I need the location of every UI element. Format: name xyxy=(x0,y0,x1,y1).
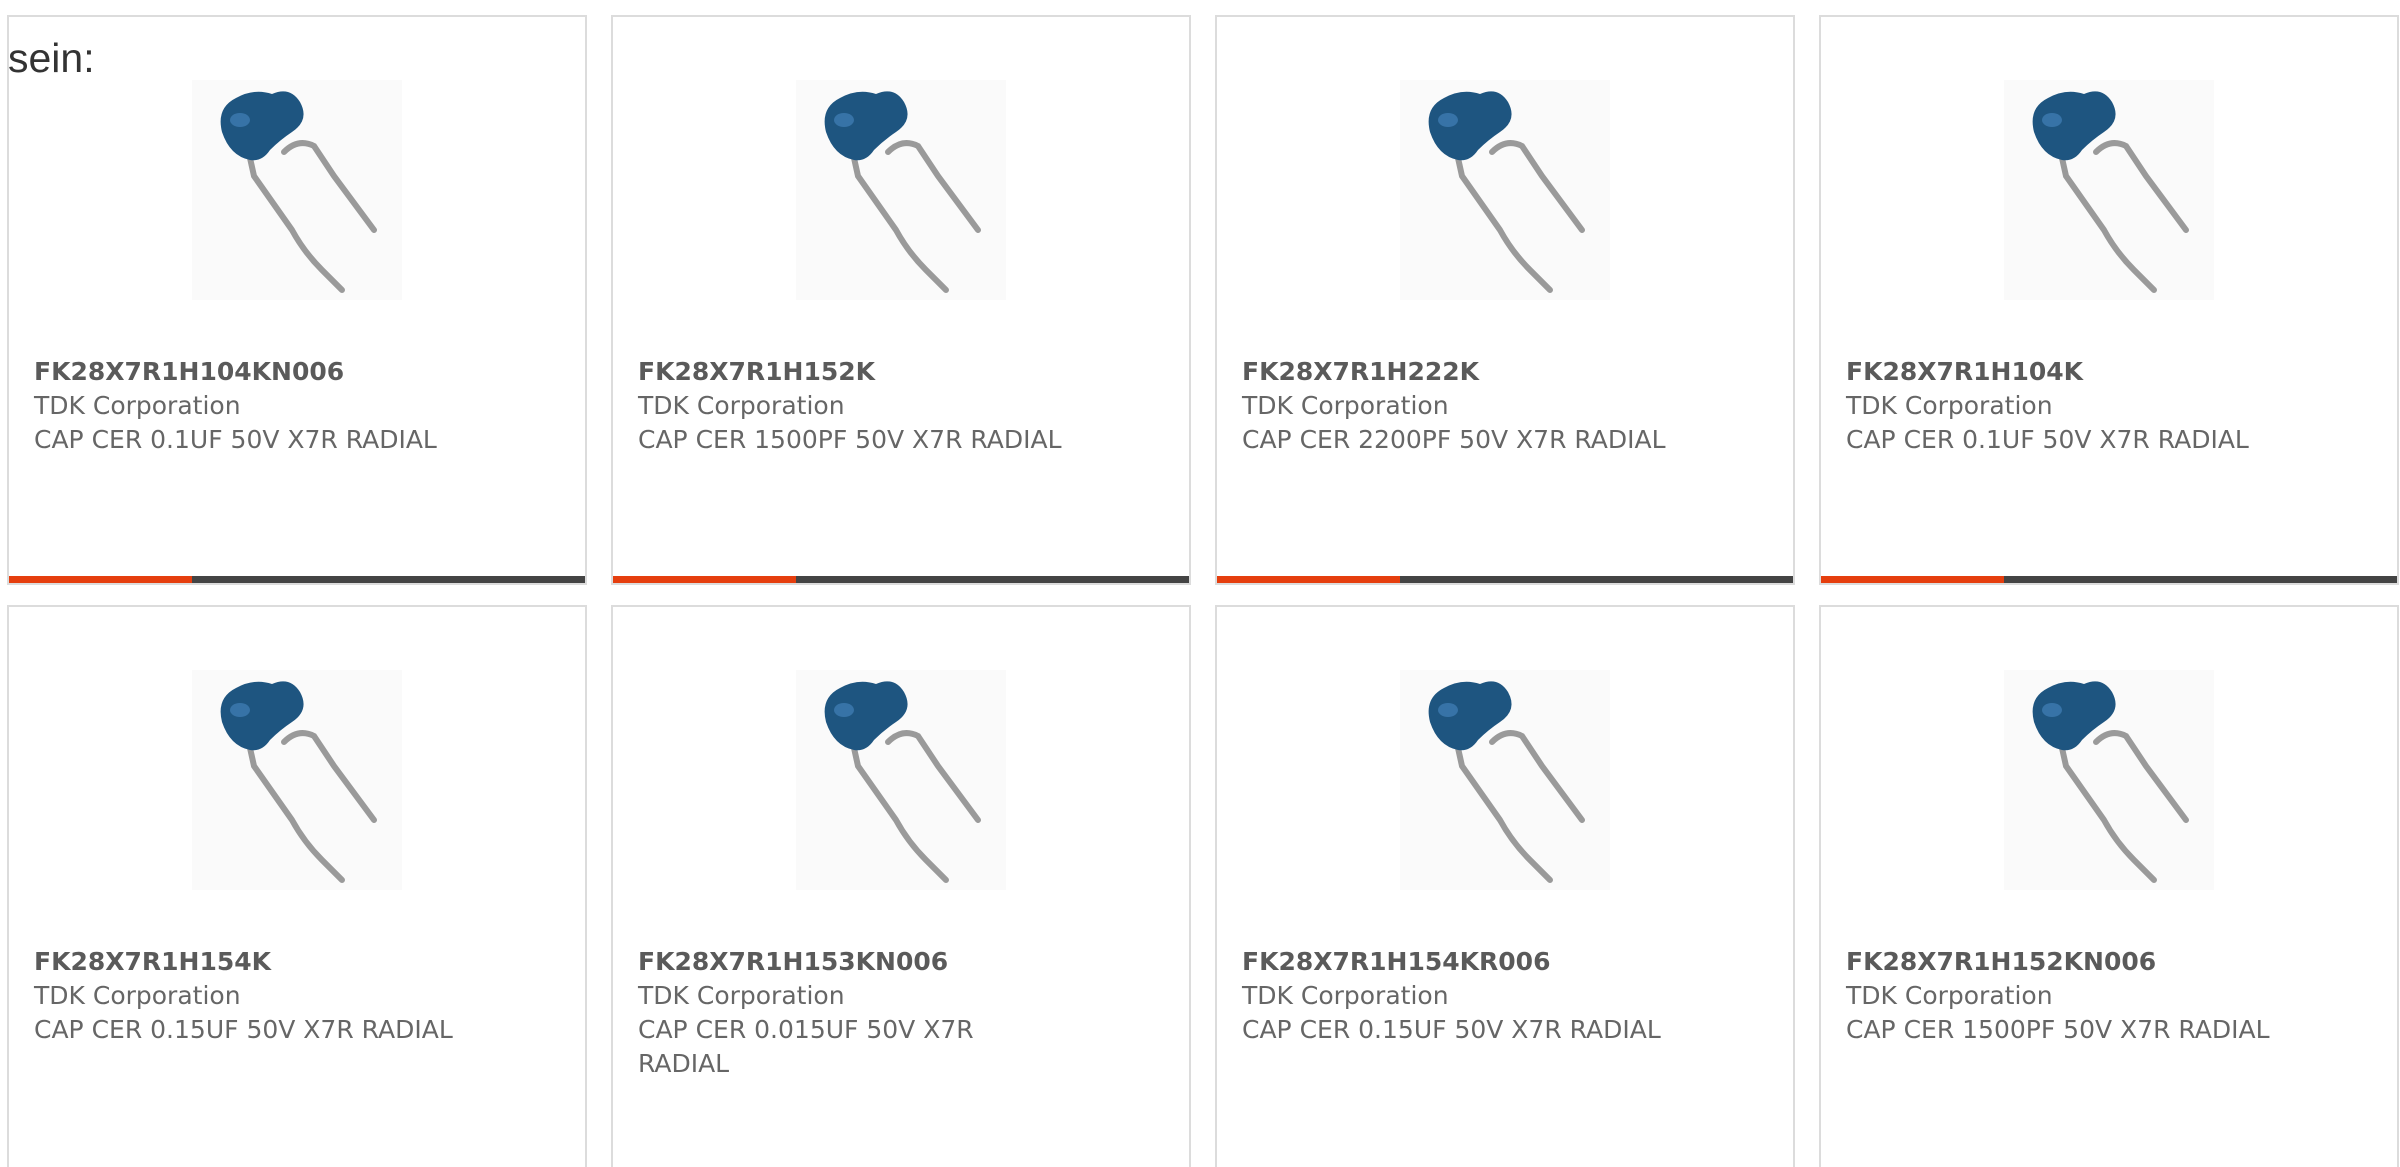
product-card[interactable]: FK28X7R1H154K TDK Corporation CAP CER 0.… xyxy=(7,605,587,1167)
part-number-link[interactable]: FK28X7R1H154K xyxy=(34,945,464,979)
card-bottom-bar xyxy=(613,576,1189,583)
manufacturer: TDK Corporation xyxy=(638,981,845,1010)
part-number-link[interactable]: FK28X7R1H104K xyxy=(1846,355,2276,389)
part-number-link[interactable]: FK28X7R1H152KN006 xyxy=(1846,945,2276,979)
product-description: CAP CER 1500PF 50V X7R RADIAL xyxy=(1846,1015,2270,1044)
manufacturer: TDK Corporation xyxy=(638,391,845,420)
product-card[interactable]: FK28X7R1H153KN006 TDK Corporation CAP CE… xyxy=(611,605,1191,1167)
card-bottom-bar xyxy=(1217,576,1793,583)
card-accent-bar xyxy=(613,576,796,583)
part-number-link[interactable]: FK28X7R1H153KN006 xyxy=(638,945,1068,979)
card-accent-bar xyxy=(9,576,192,583)
product-description: CAP CER 0.15UF 50V X7R RADIAL xyxy=(1242,1015,1661,1044)
part-number-link[interactable]: FK28X7R1H222K xyxy=(1242,355,1672,389)
manufacturer: TDK Corporation xyxy=(1242,391,1449,420)
manufacturer: TDK Corporation xyxy=(1846,391,2053,420)
product-info: FK28X7R1H104KN006 TDK Corporation CAP CE… xyxy=(34,355,464,457)
capacitor-image xyxy=(1400,80,1610,300)
manufacturer: TDK Corporation xyxy=(1242,981,1449,1010)
product-card[interactable]: FK28X7R1H152K TDK Corporation CAP CER 15… xyxy=(611,15,1191,585)
capacitor-image xyxy=(796,80,1006,300)
product-info: FK28X7R1H154KR006 TDK Corporation CAP CE… xyxy=(1242,945,1672,1047)
product-card[interactable]: FK28X7R1H152KN006 TDK Corporation CAP CE… xyxy=(1819,605,2399,1167)
capacitor-image xyxy=(2004,80,2214,300)
capacitor-image xyxy=(796,670,1006,890)
product-description: CAP CER 1500PF 50V X7R RADIAL xyxy=(638,425,1062,454)
manufacturer: TDK Corporation xyxy=(34,391,241,420)
product-description: CAP CER 0.15UF 50V X7R RADIAL xyxy=(34,1015,453,1044)
part-number-link[interactable]: FK28X7R1H104KN006 xyxy=(34,355,464,389)
product-info: FK28X7R1H104K TDK Corporation CAP CER 0.… xyxy=(1846,355,2276,457)
capacitor-image xyxy=(2004,670,2214,890)
product-description: CAP CER 0.1UF 50V X7R RADIAL xyxy=(1846,425,2249,454)
card-accent-bar xyxy=(1217,576,1400,583)
product-card[interactable]: FK28X7R1H154KR006 TDK Corporation CAP CE… xyxy=(1215,605,1795,1167)
product-description: CAP CER 0.015UF 50V X7R RADIAL xyxy=(638,1015,974,1078)
manufacturer: TDK Corporation xyxy=(34,981,241,1010)
manufacturer: TDK Corporation xyxy=(1846,981,2053,1010)
product-info: FK28X7R1H154K TDK Corporation CAP CER 0.… xyxy=(34,945,464,1047)
part-number-link[interactable]: FK28X7R1H152K xyxy=(638,355,1068,389)
product-description: CAP CER 2200PF 50V X7R RADIAL xyxy=(1242,425,1666,454)
capacitor-image xyxy=(192,670,402,890)
product-card[interactable]: FK28X7R1H104K TDK Corporation CAP CER 0.… xyxy=(1819,15,2399,585)
product-info: FK28X7R1H152K TDK Corporation CAP CER 15… xyxy=(638,355,1068,457)
card-bottom-bar xyxy=(1821,576,2397,583)
card-accent-bar xyxy=(1821,576,2004,583)
card-bottom-bar xyxy=(9,576,585,583)
product-info: FK28X7R1H152KN006 TDK Corporation CAP CE… xyxy=(1846,945,2276,1047)
product-card[interactable]: FK28X7R1H222K TDK Corporation CAP CER 22… xyxy=(1215,15,1795,585)
product-info: FK28X7R1H222K TDK Corporation CAP CER 22… xyxy=(1242,355,1672,457)
capacitor-image xyxy=(1400,670,1610,890)
capacitor-image xyxy=(192,80,402,300)
product-description: CAP CER 0.1UF 50V X7R RADIAL xyxy=(34,425,437,454)
lead-text: sein: xyxy=(8,35,95,81)
product-card[interactable]: FK28X7R1H104KN006 TDK Corporation CAP CE… xyxy=(7,15,587,585)
product-info: FK28X7R1H153KN006 TDK Corporation CAP CE… xyxy=(638,945,1068,1081)
part-number-link[interactable]: FK28X7R1H154KR006 xyxy=(1242,945,1672,979)
